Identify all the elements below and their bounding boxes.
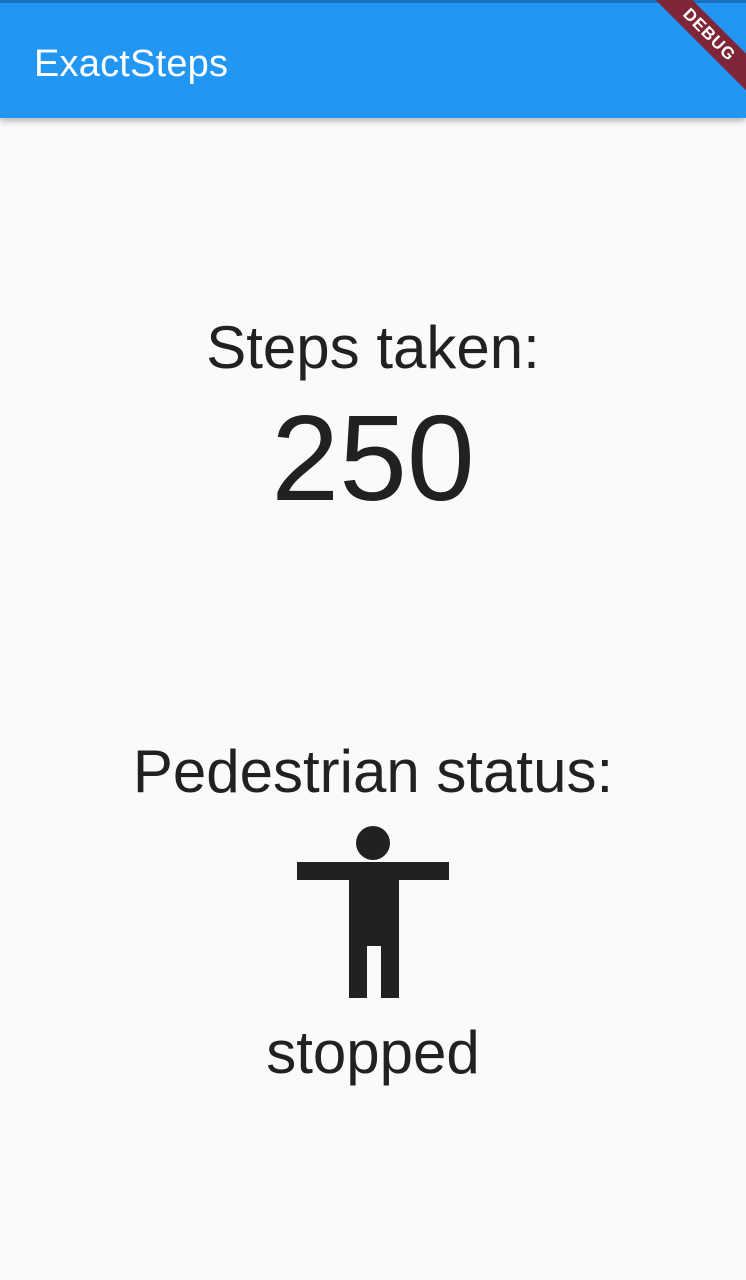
steps-taken-label: Steps taken: (206, 314, 540, 381)
steps-count: 250 (271, 390, 475, 526)
app-title: ExactSteps (34, 43, 229, 85)
app-bar: ExactSteps (0, 3, 746, 118)
pedestrian-status-label: Pedestrian status: (132, 738, 614, 805)
pedestrian-status-value: stopped (266, 1019, 480, 1086)
accessibility-icon (297, 826, 449, 998)
